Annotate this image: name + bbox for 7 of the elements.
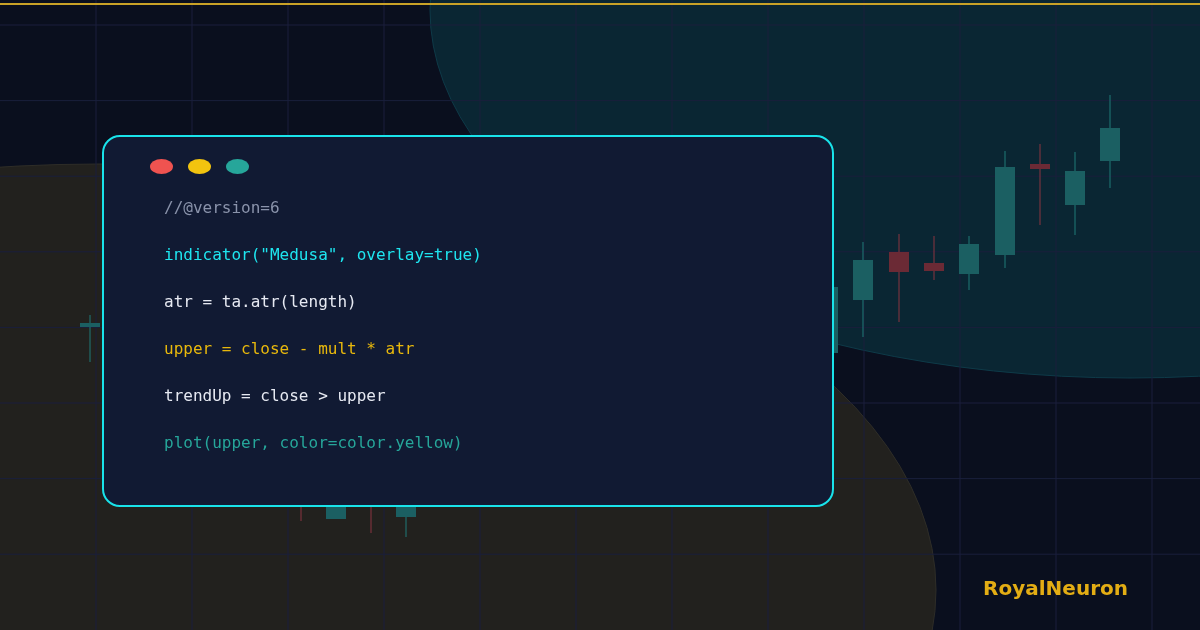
- code-line: atr = ta.atr(length): [164, 291, 357, 313]
- code-line: trendUp = close > upper: [164, 385, 386, 407]
- code-line: plot(upper, color=color.yellow): [164, 432, 463, 454]
- code-line: upper = close - mult * atr: [164, 338, 415, 360]
- code-line: indicator("Medusa", overlay=true): [164, 244, 482, 266]
- brand-name: RoyalNeuron: [983, 576, 1128, 600]
- code-line: //@version=6: [164, 197, 280, 219]
